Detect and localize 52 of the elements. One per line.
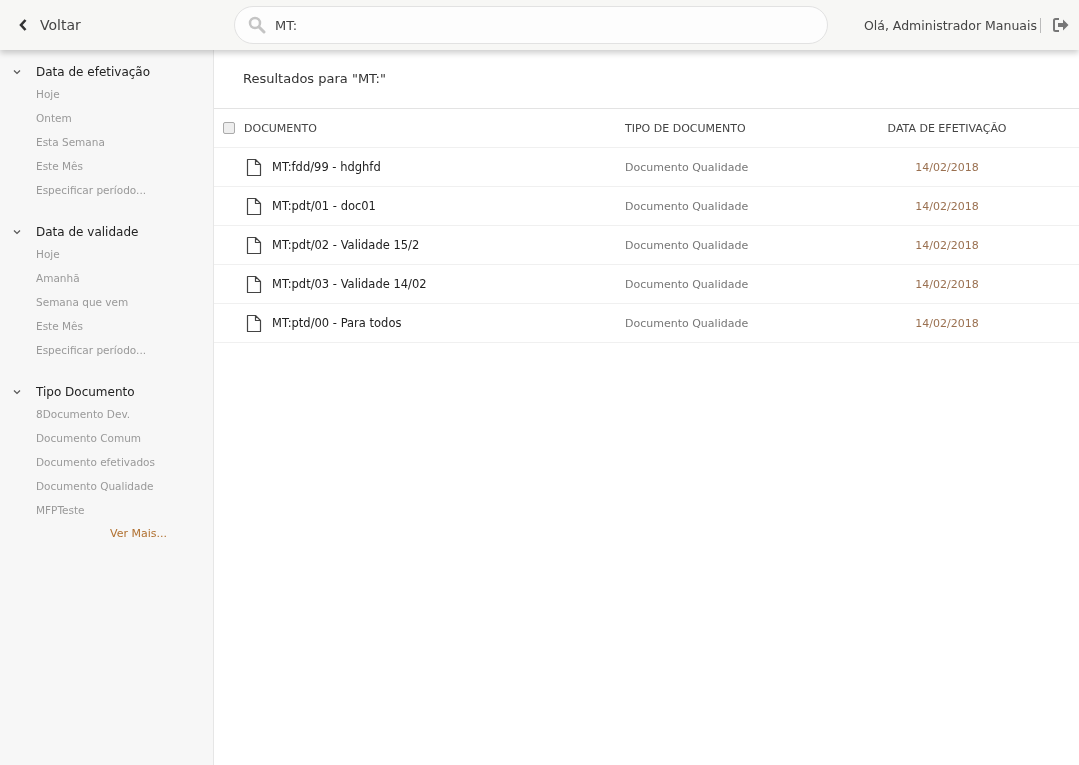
filter-option[interactable]: MFPTeste: [36, 498, 85, 522]
select-all-checkbox[interactable]: [223, 122, 235, 134]
filter-option[interactable]: Especificar período...: [36, 178, 147, 202]
document-link[interactable]: MT:pdt/01 - doc01: [272, 199, 376, 213]
table-cell-text: 14/02/2018: [914, 277, 980, 291]
table-cell-text: 14/02/2018: [914, 199, 980, 213]
table-cell-text: Documento Qualidade: [625, 199, 750, 213]
filter-option[interactable]: Documento Qualidade: [36, 474, 154, 498]
document-icon: [246, 196, 262, 216]
chevron-down-icon: [12, 387, 22, 397]
document-link[interactable]: MT:ptd/00 - Para todos: [272, 316, 402, 330]
filter-group-header[interactable]: Data de efetivação: [0, 62, 213, 82]
document-icon: [246, 313, 262, 333]
filter-option[interactable]: Especificar período...: [36, 338, 147, 362]
filter-option[interactable]: Esta Semana: [36, 130, 105, 154]
table-cell-text: 14/02/2018: [914, 160, 980, 174]
filter-option[interactable]: Semana que vem: [36, 290, 129, 314]
document-icon: [246, 274, 262, 294]
results-title: Resultados para "MT:": [214, 50, 1079, 109]
filter-option[interactable]: Hoje: [36, 82, 60, 106]
chevron-down-icon: [12, 227, 22, 237]
column-header[interactable]: TIPO DE DOCUMENTO: [625, 121, 857, 135]
document-link[interactable]: MT:pdt/03 - Validade 14/02: [272, 277, 427, 291]
filter-option[interactable]: Amanhã: [36, 266, 80, 290]
search-field[interactable]: MT:: [234, 6, 828, 44]
filter-option[interactable]: Este Mês: [36, 154, 83, 178]
column-header[interactable]: DOCUMENTO: [244, 121, 625, 135]
filter-option[interactable]: Ontem: [36, 106, 72, 130]
logout-icon[interactable]: [1053, 18, 1069, 32]
table-cell-text: Documento Qualidade: [625, 160, 750, 174]
filter-option[interactable]: Este Mês: [36, 314, 83, 338]
filter-option[interactable]: Documento Comum: [36, 426, 142, 450]
table-cell-text: Documento Qualidade: [625, 277, 750, 291]
document-icon: [246, 235, 262, 255]
table-cell-text: Documento Qualidade: [625, 316, 750, 330]
chevron-left-icon: [18, 18, 28, 32]
document-icon: [246, 157, 262, 177]
document-link[interactable]: MT:fdd/99 - hdghfd: [272, 160, 381, 174]
table-cell-text: 14/02/2018: [914, 316, 980, 330]
filter-option[interactable]: Documento efetivados: [36, 450, 156, 474]
table-cell-text: Documento Qualidade: [625, 238, 750, 252]
user-greeting: Olá, Administrador Manuais: [863, 17, 1041, 33]
chevron-down-icon: [12, 67, 22, 77]
see-more-link[interactable]: Ver Mais...: [110, 522, 167, 546]
document-link[interactable]: MT:pdt/02 - Validade 15/2: [272, 238, 420, 252]
back-button[interactable]: Voltar: [14, 13, 220, 37]
filter-option[interactable]: Hoje: [36, 242, 60, 266]
table-cell-text: 14/02/2018: [914, 238, 980, 252]
filter-group-header[interactable]: Data de validade: [0, 222, 213, 242]
filter-group-header[interactable]: Tipo Documento: [0, 382, 213, 402]
column-header[interactable]: DATA DE EFETIVAÇÃO: [857, 121, 1037, 135]
filter-option[interactable]: 8Documento Dev.: [36, 402, 131, 426]
